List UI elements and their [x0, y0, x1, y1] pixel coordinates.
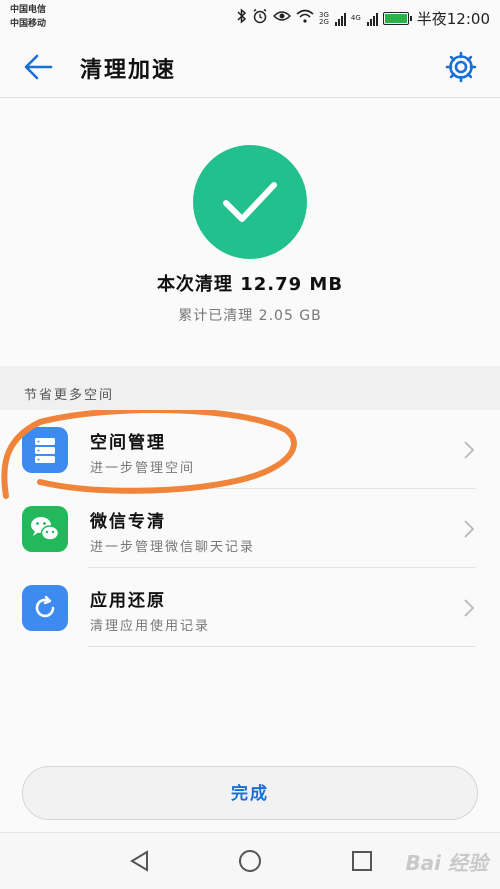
wifi-icon: [296, 9, 314, 28]
square-recent-icon[interactable]: [349, 848, 375, 874]
success-badge: [193, 145, 307, 259]
carrier-labels: 中国电信 中国移动: [10, 3, 46, 31]
list-item-app-restore[interactable]: 应用还原 清理应用使用记录: [0, 568, 500, 647]
checkmark-icon: [223, 182, 277, 222]
triangle-back-icon[interactable]: [127, 848, 153, 874]
chevron-right-icon: [464, 520, 475, 538]
network-label-2: 4G: [350, 14, 361, 22]
item-title: 应用还原: [90, 591, 166, 611]
list-item-space-management[interactable]: 空间管理 进一步管理空间: [0, 410, 500, 489]
cleaned-summary: 本次清理 12.79 MB: [156, 274, 344, 295]
watermark: Bai 经验: [405, 851, 488, 875]
gear-icon[interactable]: [444, 50, 478, 84]
network-type-2: 4G: [351, 15, 361, 22]
status-time: 半夜12:00: [416, 10, 490, 28]
restore-icon: [22, 585, 68, 631]
bluetooth-icon: [237, 8, 247, 29]
section-title: 节省更多空间: [24, 388, 115, 403]
status-indicators: 3G 2G 4G 半夜12:00: [237, 8, 490, 29]
signal-icon-2: [366, 12, 378, 26]
divider: [88, 646, 476, 647]
page-title: 清理加速: [80, 58, 177, 83]
app-header: 清理加速: [0, 36, 500, 98]
done-button[interactable]: 完成: [22, 766, 478, 820]
item-subtitle: 进一步管理空间: [90, 461, 196, 476]
circle-home-icon[interactable]: [237, 848, 263, 874]
arrow-left-icon[interactable]: [22, 50, 56, 84]
item-title: 空间管理: [90, 433, 166, 453]
cleaned-total: 累计已清理 2.05 GB: [178, 308, 322, 324]
item-subtitle: 进一步管理微信聊天记录: [90, 540, 256, 555]
feature-list: 空间管理 进一步管理空间 微信专清 进一步管理微信聊天记录 应用还原 清理应用使…: [0, 410, 500, 647]
section-header: 节省更多空间: [0, 366, 500, 410]
network-type-1: 3G 2G: [318, 11, 329, 26]
chevron-right-icon: [464, 599, 475, 617]
eye-icon: [272, 9, 292, 28]
carrier-1: 中国电信: [10, 5, 47, 15]
wechat-icon: [22, 506, 68, 552]
status-bar: 中国电信 中国移动 3G 2G 4G 半夜12:00: [0, 0, 500, 36]
list-item-wechat-clean[interactable]: 微信专清 进一步管理微信聊天记录: [0, 489, 500, 568]
carrier-2: 中国移动: [10, 19, 47, 29]
chevron-right-icon: [464, 441, 475, 459]
storage-icon: [22, 427, 68, 473]
battery-icon: [382, 12, 412, 25]
item-subtitle: 清理应用使用记录: [90, 619, 211, 634]
navigation-bar: Bai 经验: [0, 832, 500, 889]
network-label-1b: 2G: [318, 17, 329, 26]
signal-icon-1: [334, 12, 346, 26]
alarm-icon: [252, 8, 268, 29]
item-title: 微信专清: [90, 512, 166, 532]
